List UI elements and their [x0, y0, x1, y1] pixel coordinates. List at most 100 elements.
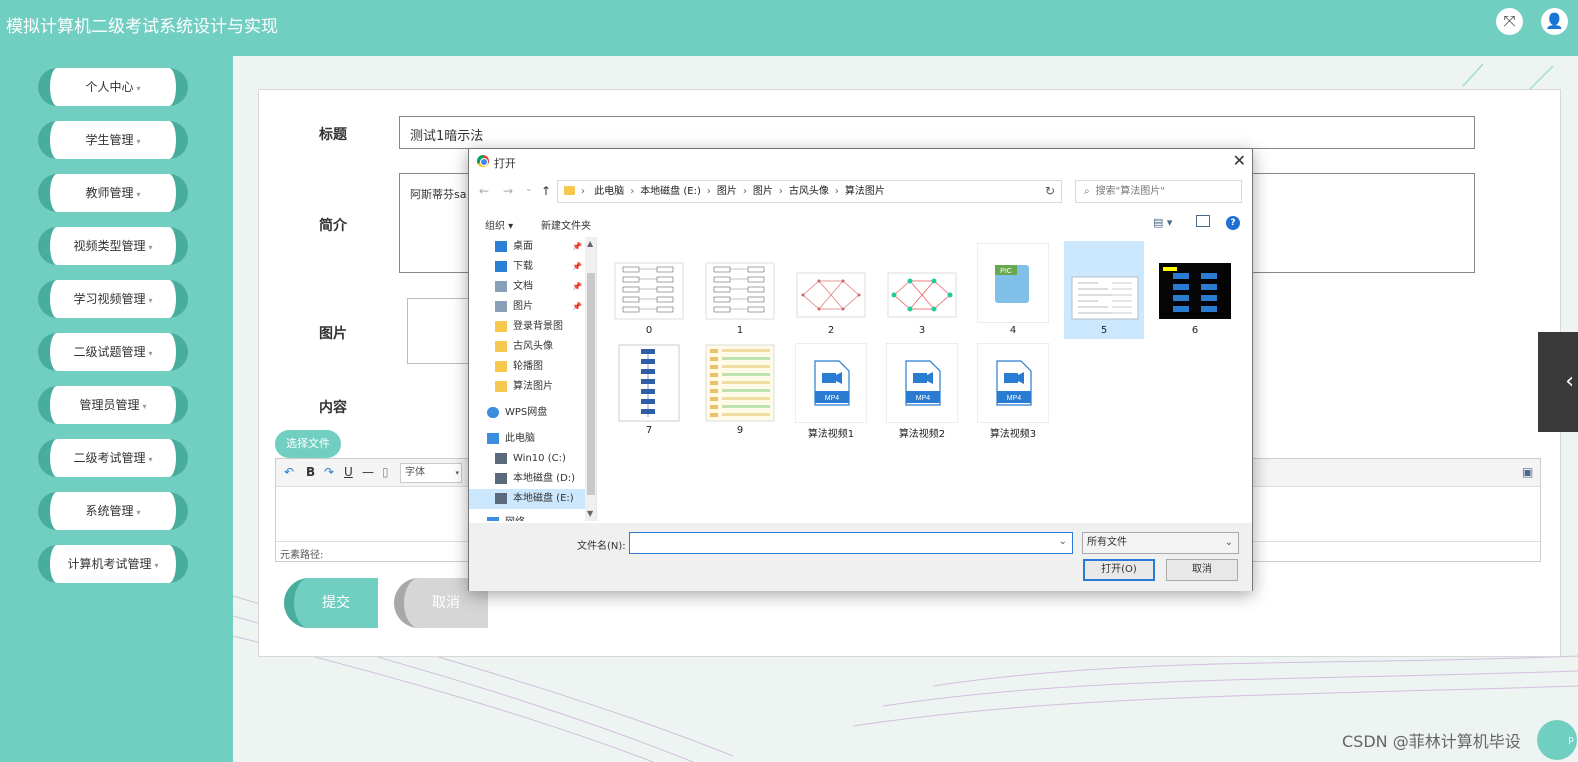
sidebar-item[interactable]: 系统管理 ▾ [38, 492, 188, 530]
file-item[interactable]: MP4 算法视频3 [973, 341, 1053, 440]
image-thumbnail [704, 243, 776, 323]
nav-pane-item[interactable]: 算法图片 [469, 377, 585, 397]
filename-input[interactable]: ⌄ [629, 532, 1073, 554]
sidebar-item[interactable]: 管理员管理 ▾ [38, 386, 188, 424]
font-select[interactable]: 字体 ▾ [400, 463, 462, 483]
fullscreen-editor-icon[interactable]: ▣ [1522, 465, 1533, 479]
side-drawer-toggle[interactable]: ‹ [1538, 332, 1578, 432]
drive-icon [495, 493, 507, 504]
submit-button[interactable]: 提交 [284, 578, 378, 628]
nav-pane-label: 图片 [513, 301, 533, 312]
close-icon[interactable]: ✕ [1233, 151, 1246, 170]
corner-badge[interactable]: p [1537, 720, 1577, 760]
nav-pane-item[interactable]: 网络 [469, 513, 585, 521]
up-arrow-icon[interactable]: ↑ [541, 184, 551, 198]
nav-scrollbar[interactable]: ▲ ▼ [585, 237, 596, 521]
sidebar-item[interactable]: 二级考试管理 ▾ [38, 439, 188, 477]
breadcrumb-item[interactable]: 图片 [753, 186, 773, 197]
bold-icon[interactable]: B [306, 465, 315, 479]
nav-pane-item[interactable]: 下载 📌 [469, 257, 585, 277]
breadcrumb-item[interactable]: 古风头像 [789, 186, 829, 197]
sidebar-item-label: 教师管理 [85, 186, 134, 200]
breadcrumb-item[interactable]: 本地磁盘 (E:) [640, 186, 701, 197]
image-thumbnail: PIC [976, 242, 1050, 324]
file-item[interactable]: 6 [1155, 241, 1235, 339]
breadcrumb-item[interactable]: 此电脑 [594, 186, 624, 197]
address-bar[interactable]: › 此电脑›本地磁盘 (E:)›图片›图片›古风头像›算法图片⌄ [557, 180, 1062, 203]
sidebar-item[interactable]: 视频类型管理 ▾ [38, 227, 188, 265]
scroll-down-icon[interactable]: ▼ [587, 509, 593, 518]
nav-pane-item[interactable]: Win10 (C:) [469, 449, 585, 469]
redo-icon[interactable]: ↷ [324, 465, 334, 479]
preview-pane-icon[interactable] [1196, 215, 1210, 227]
fullscreen-icon[interactable]: ⤧ [1496, 8, 1523, 35]
title-input[interactable]: 测试1暗示法 [399, 116, 1475, 149]
user-icon[interactable]: 👤 [1541, 8, 1568, 35]
caret-down-icon: ▾ [148, 296, 153, 305]
image-thumbnail [704, 343, 776, 423]
sidebar: 个人中心 ▾ 学生管理 ▾ 教师管理 ▾ 视频类型管理 ▾ 学习视频管理 ▾ 二级试题管理 ▾ 管理员管… [0, 56, 233, 762]
nav-pane-item[interactable]: 古风头像 [469, 337, 585, 357]
file-item[interactable]: 2 [791, 241, 871, 339]
sidebar-item[interactable]: 学习视频管理 ▾ [38, 280, 188, 318]
content-label: 内容 [319, 400, 347, 416]
video-file-icon: MP4 [976, 342, 1050, 424]
pc-icon [487, 433, 499, 444]
organize-menu[interactable]: 组织 ▾ [485, 217, 513, 232]
choose-file-button[interactable]: 选择文件 [275, 430, 341, 458]
paste-icon[interactable]: ▯ [382, 465, 389, 479]
file-item[interactable]: 1 [700, 241, 780, 339]
file-item[interactable]: PIC 4 [973, 241, 1053, 339]
refresh-icon[interactable]: ↻ [1039, 180, 1062, 203]
nav-pane-item[interactable]: WPS网盘 [469, 403, 585, 423]
filetype-select[interactable]: 所有文件 ⌄ [1082, 532, 1239, 554]
breadcrumb-item[interactable]: 算法图片 [845, 186, 885, 197]
search-input[interactable]: ⌕ 搜索"算法图片" [1075, 180, 1242, 203]
nav-pane-item[interactable]: 本地磁盘 (E:) [469, 489, 585, 509]
breadcrumb-item[interactable]: 图片 [717, 186, 737, 197]
open-button[interactable]: 打开(O) [1083, 559, 1155, 581]
file-item[interactable]: 5 [1064, 241, 1144, 339]
new-folder-button[interactable]: 新建文件夹 [541, 217, 591, 232]
nav-pane-item[interactable]: 图片 📌 [469, 297, 585, 317]
help-icon[interactable]: ? [1226, 216, 1240, 230]
sidebar-item-label: 计算机考试管理 [67, 557, 152, 571]
drive-icon [495, 453, 507, 464]
nav-pane-label: 文档 [513, 281, 533, 292]
dialog-cancel-button[interactable]: 取消 [1166, 559, 1238, 581]
sidebar-item[interactable]: 教师管理 ▾ [38, 174, 188, 212]
search-placeholder: 搜索"算法图片" [1095, 186, 1165, 197]
underline-icon[interactable]: U [344, 465, 353, 479]
back-arrow-icon[interactable]: ← [479, 184, 489, 198]
nav-pane-item[interactable]: 登录背景图 [469, 317, 585, 337]
sidebar-item[interactable]: 计算机考试管理 ▾ [38, 545, 188, 583]
sidebar-item[interactable]: 学生管理 ▾ [38, 121, 188, 159]
nav-pane-item[interactable]: 轮播图 [469, 357, 585, 377]
file-item[interactable]: 3 [882, 241, 962, 339]
file-item[interactable]: MP4 算法视频2 [882, 341, 962, 440]
chevron-down-icon[interactable]: ⌄ [1059, 536, 1067, 547]
forward-arrow-icon[interactable]: → [503, 184, 513, 198]
view-options-icon[interactable]: ▤ ▾ [1153, 216, 1172, 229]
image-thumbnail [613, 343, 685, 423]
nav-pane-item[interactable]: 桌面 📌 [469, 237, 585, 257]
file-item[interactable]: 9 [700, 341, 780, 439]
sidebar-item[interactable]: 个人中心 ▾ [38, 68, 188, 106]
nav-pane-label: WPS网盘 [505, 407, 548, 418]
scroll-up-icon[interactable]: ▲ [587, 239, 593, 248]
scrollbar-thumb[interactable] [587, 273, 595, 495]
file-open-dialog: 打开 ✕ ← → ⌄ ↑ › 此电脑 › 本地磁盘 (E:) › 图片 › 图片 › 古风头像 ›… [468, 148, 1253, 591]
recent-locations-icon[interactable]: ⌄ [525, 184, 533, 194]
sidebar-item[interactable]: 二级试题管理 ▾ [38, 333, 188, 371]
svg-text:PIC: PIC [1000, 268, 1012, 275]
nav-pane-item[interactable]: 本地磁盘 (D:) [469, 469, 585, 489]
network-icon [487, 517, 499, 521]
nav-pane-label: 桌面 [513, 241, 533, 252]
file-item[interactable]: 7 [609, 341, 689, 439]
file-item[interactable]: MP4 算法视频1 [791, 341, 871, 440]
undo-icon[interactable]: ↶ [284, 465, 294, 479]
nav-pane-item[interactable]: 文档 📌 [469, 277, 585, 297]
file-item[interactable]: 0 [609, 241, 689, 339]
nav-pane-item[interactable]: 此电脑 [469, 429, 585, 449]
horizontal-rule-icon[interactable]: — [362, 465, 374, 479]
